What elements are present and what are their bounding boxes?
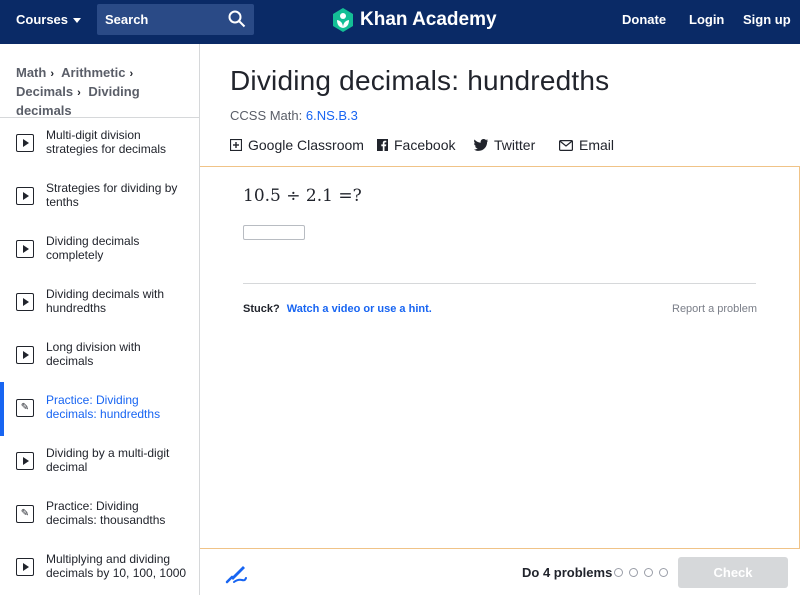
sidebar-item-label: Multiplying and dividing decimals by 10,… xyxy=(46,552,187,580)
breadcrumb-decimals[interactable]: Decimals xyxy=(16,84,73,99)
progress-dot-2 xyxy=(629,568,638,577)
problem-statement: 10.5 ÷ 2.1 =? xyxy=(243,186,362,206)
problems-count-label: Do 4 problems xyxy=(522,565,613,580)
share-twitter-button[interactable]: Twitter xyxy=(474,137,535,153)
ccss-prefix: CCSS Math: xyxy=(230,108,303,123)
search-label: Search xyxy=(105,12,149,27)
sidebar-item-long-division-decimals[interactable]: Long division with decimals xyxy=(0,338,199,391)
stuck-prompt: Stuck? Watch a video or use a hint. xyxy=(243,303,432,315)
sidebar-item-dividing-decimals-completely[interactable]: Dividing decimals completely xyxy=(0,232,199,285)
share-google-classroom-button[interactable]: Google Classroom xyxy=(230,137,364,153)
khan-academy-logo[interactable]: Khan Academy xyxy=(332,8,497,32)
chevron-down-icon xyxy=(73,18,82,23)
progress-dot-3 xyxy=(644,568,653,577)
chevron-right-icon: › xyxy=(129,68,134,80)
check-button[interactable]: Check xyxy=(678,557,788,588)
sidebar-item-label: Practice: Dividing decimals: hundredths xyxy=(46,393,161,421)
top-navigation-bar: Courses Search Khan Academy Donate Login… xyxy=(0,0,800,44)
progress-dot-4 xyxy=(659,568,668,577)
khan-academy-leaf-icon xyxy=(333,8,353,32)
email-icon xyxy=(559,139,573,151)
video-icon xyxy=(16,346,34,364)
breadcrumb-arithmetic[interactable]: Arithmetic xyxy=(61,65,125,80)
ccss-code-link[interactable]: 6.NS.B.3 xyxy=(306,108,358,123)
stuck-label: Stuck? xyxy=(243,303,280,315)
answer-input[interactable] xyxy=(243,225,305,240)
sidebar-divider xyxy=(0,117,199,118)
pencil-icon: ✎ xyxy=(16,505,34,523)
chevron-right-icon: › xyxy=(77,87,81,99)
page-title: Dividing decimals: hundredths xyxy=(230,65,610,96)
scratchpad-icon[interactable] xyxy=(224,562,248,584)
sidebar-item-label: Strategies for dividing by tenths xyxy=(46,181,178,209)
brand-name: Khan Academy xyxy=(360,9,497,30)
signup-link[interactable]: Sign up xyxy=(743,12,791,27)
video-icon xyxy=(16,134,34,152)
breadcrumb-math[interactable]: Math xyxy=(16,65,46,80)
twitter-icon xyxy=(474,139,488,151)
share-label: Google Classroom xyxy=(248,137,364,153)
sidebar-item-label: Dividing decimals completely xyxy=(46,234,140,262)
sidebar-item-dividing-decimals-hundredths[interactable]: Dividing decimals with hundredths xyxy=(0,285,199,338)
share-label: Twitter xyxy=(494,137,536,153)
sidebar-item-multiplying-dividing-powers-of-ten[interactable]: Multiplying and dividing decimals by 10,… xyxy=(0,550,199,595)
report-problem-link[interactable]: Report a problem xyxy=(672,303,757,315)
search-box[interactable]: Search xyxy=(97,4,254,35)
courses-label: Courses xyxy=(16,12,69,27)
courses-menu-button[interactable]: Courses xyxy=(16,12,82,27)
sidebar-item-label: Practice: Dividing decimals: thousandths xyxy=(46,499,166,527)
pencil-icon: ✎ xyxy=(16,399,34,417)
google-classroom-icon xyxy=(230,139,242,151)
sidebar-item-practice-hundredths[interactable]: ✎ Practice: Dividing decimals: hundredth… xyxy=(0,391,199,444)
sidebar-item-label: Multi-digit division strategies for deci… xyxy=(46,128,167,156)
sidebar-item-label: Long division with decimals xyxy=(46,340,141,368)
search-icon[interactable] xyxy=(228,10,246,28)
share-label: Facebook xyxy=(394,137,456,153)
exercise-divider xyxy=(243,283,756,284)
donate-link[interactable]: Donate xyxy=(622,12,666,27)
video-icon xyxy=(16,558,34,576)
progress-dot-1 xyxy=(614,568,623,577)
video-icon xyxy=(16,187,34,205)
login-link[interactable]: Login xyxy=(689,12,724,27)
sidebar-item-dividing-multi-digit-decimal[interactable]: Dividing by a multi-digit decimal xyxy=(0,444,199,497)
exercise-panel xyxy=(200,166,800,549)
sidebar-item-label: Dividing by a multi-digit decimal xyxy=(46,446,170,474)
video-icon xyxy=(16,452,34,470)
lesson-list: Multi-digit division strategies for deci… xyxy=(0,126,199,595)
sidebar-item-multi-digit-division-strategies[interactable]: Multi-digit division strategies for deci… xyxy=(0,126,199,179)
sidebar-item-label: Dividing decimals with hundredths xyxy=(46,287,165,315)
breadcrumb: Math › Arithmetic › Decimals › Dividing dec… xyxy=(16,64,194,120)
video-icon xyxy=(16,293,34,311)
sidebar: Math › Arithmetic › Decimals › Dividing dec… xyxy=(0,44,200,595)
progress-dots xyxy=(614,568,668,577)
hint-link[interactable]: Watch a video or use a hint. xyxy=(287,303,432,315)
sidebar-item-strategies-dividing-tenths[interactable]: Strategies for dividing by tenths xyxy=(0,179,199,232)
chevron-right-icon: › xyxy=(50,68,55,80)
video-icon xyxy=(16,240,34,258)
ccss-standard: CCSS Math: 6.NS.B.3 xyxy=(230,108,358,123)
facebook-icon xyxy=(377,139,388,151)
share-email-button[interactable]: Email xyxy=(559,137,614,153)
share-facebook-button[interactable]: Facebook xyxy=(377,137,455,153)
share-label: Email xyxy=(579,137,615,153)
sidebar-item-practice-thousandths[interactable]: ✎ Practice: Dividing decimals: thousandt… xyxy=(0,497,199,550)
